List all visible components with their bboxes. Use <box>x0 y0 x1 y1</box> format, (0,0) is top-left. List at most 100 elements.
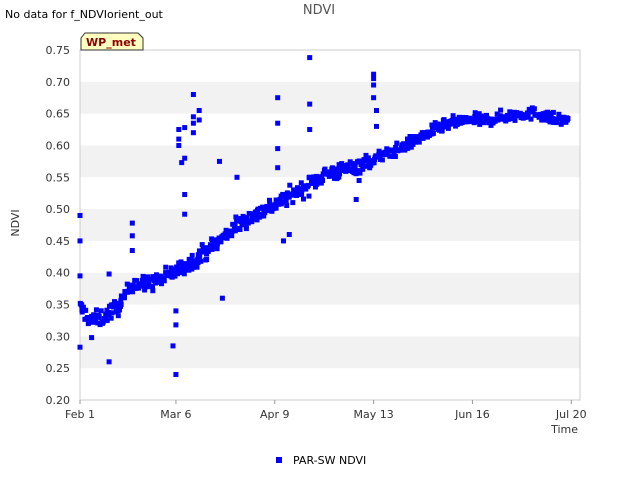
data-point <box>219 295 225 301</box>
data-point <box>275 120 281 126</box>
data-point <box>307 55 313 61</box>
data-point <box>275 95 281 101</box>
data-point <box>198 258 204 264</box>
data-point <box>106 359 112 365</box>
x-axis: Feb 1 Mar 6 Apr 9 May 13 Jun 16 Jul 20 <box>65 400 587 421</box>
data-point <box>106 271 112 277</box>
data-point <box>179 160 185 166</box>
y-tick-label: 0.45 <box>46 235 71 248</box>
data-point <box>217 158 222 164</box>
data-point <box>237 227 243 232</box>
y-tick-label: 0.65 <box>46 108 71 121</box>
data-point <box>83 307 89 313</box>
data-point <box>190 130 196 136</box>
data-point <box>115 313 121 319</box>
data-point <box>394 140 400 146</box>
legend-label: PAR-SW NDVI <box>293 454 366 467</box>
data-point <box>77 273 83 279</box>
data-point <box>334 166 340 172</box>
station-badge: WP_met <box>80 32 144 51</box>
data-point <box>307 101 313 107</box>
data-point <box>197 253 203 259</box>
data-point <box>96 314 102 320</box>
ndvi-chart: 0.20 0.25 0.30 0.35 0.40 0.45 0.50 0.55 0.60 0.65… <box>9 3 587 467</box>
data-point <box>129 248 135 253</box>
y-tick-label: 0.50 <box>46 203 71 216</box>
data-point <box>281 238 286 244</box>
data-point <box>173 322 179 328</box>
data-point <box>170 343 176 349</box>
y-tick-label: 0.25 <box>46 362 71 375</box>
data-point <box>374 108 379 113</box>
data-point <box>371 71 377 77</box>
data-point <box>129 233 135 239</box>
data-point <box>173 372 179 377</box>
y-axis-label: NDVI <box>9 209 22 236</box>
data-point <box>374 123 379 129</box>
data-point <box>498 107 504 113</box>
y-tick-label: 0.40 <box>46 267 71 280</box>
plot-bands <box>80 81 580 369</box>
data-point <box>430 130 436 136</box>
data-point <box>284 203 290 208</box>
y-tick-label: 0.20 <box>46 394 71 407</box>
data-point <box>150 288 156 294</box>
data-point <box>392 154 398 159</box>
data-point <box>173 308 179 314</box>
data-point <box>77 213 83 218</box>
data-point <box>176 136 182 142</box>
data-point <box>93 307 99 313</box>
data-point <box>182 125 188 131</box>
data-point <box>98 308 104 314</box>
data-point <box>181 271 187 277</box>
x-tick-label: Apr 9 <box>260 408 290 421</box>
data-point <box>229 233 235 239</box>
data-point <box>204 257 210 262</box>
data-point <box>100 320 106 326</box>
y-tick-label: 0.35 <box>46 299 71 312</box>
data-point <box>89 335 95 341</box>
data-point <box>182 155 188 161</box>
data-point <box>176 143 182 148</box>
data-point <box>531 106 537 112</box>
data-point <box>121 294 127 300</box>
data-point <box>306 193 312 199</box>
data-point <box>287 182 293 188</box>
data-point <box>286 232 292 237</box>
x-tick-label: Mar 6 <box>160 408 191 421</box>
data-point <box>299 192 305 197</box>
y-tick-label: 0.70 <box>46 76 71 89</box>
data-point <box>528 116 534 122</box>
data-point <box>371 82 377 88</box>
data-point <box>189 252 195 258</box>
grid-band <box>80 209 580 241</box>
data-point <box>129 220 135 226</box>
grid-band <box>80 81 580 114</box>
data-point <box>565 116 571 122</box>
x-tick-label: Jun 16 <box>454 408 490 421</box>
data-point <box>77 238 83 244</box>
data-point <box>353 197 359 202</box>
data-point <box>190 114 196 120</box>
x-axis-label: Time <box>550 423 578 436</box>
data-point <box>301 196 306 202</box>
data-point <box>182 211 188 217</box>
data-point <box>267 197 272 203</box>
data-point <box>356 178 362 183</box>
legend-marker <box>276 457 282 463</box>
y-tick-label: 0.55 <box>46 171 71 184</box>
data-point <box>190 92 196 97</box>
y-tick-label: 0.75 <box>46 44 71 57</box>
data-point <box>243 226 249 232</box>
x-tick-label: Jul 20 <box>555 408 587 421</box>
data-point <box>190 120 196 126</box>
data-point <box>194 264 200 270</box>
data-point <box>214 246 220 252</box>
data-point <box>275 165 281 171</box>
data-point <box>109 310 115 316</box>
data-point <box>196 117 202 123</box>
data-point <box>371 76 377 82</box>
x-tick-label: Feb 1 <box>65 408 95 421</box>
y-axis: 0.20 0.25 0.30 0.35 0.40 0.45 0.50 0.55 0.60 0.65… <box>46 44 71 407</box>
y-tick-label: 0.60 <box>46 139 71 152</box>
